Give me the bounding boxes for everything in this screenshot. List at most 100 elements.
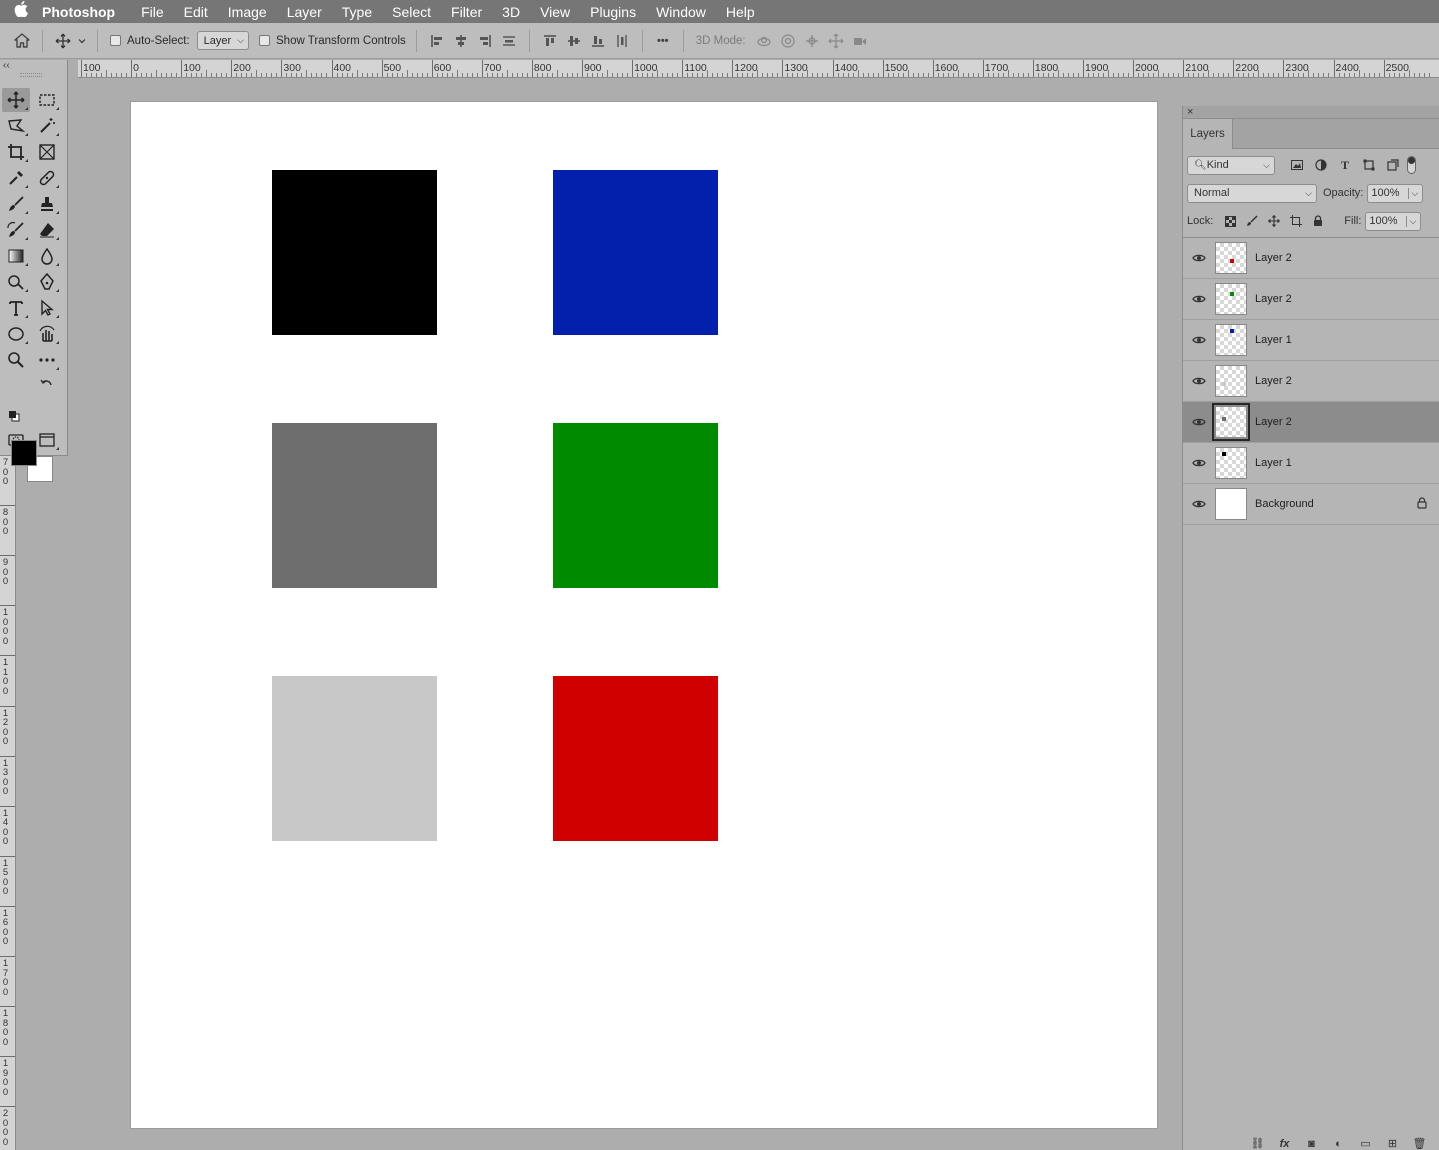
document-canvas[interactable] <box>131 102 1157 1128</box>
clone-stamp-tool[interactable] <box>33 192 61 216</box>
blur-tool[interactable] <box>33 244 61 268</box>
path-selection-tool[interactable] <box>33 296 61 320</box>
lock-image-pixels-icon[interactable] <box>1241 211 1263 231</box>
layer-thumbnail[interactable] <box>1215 365 1247 397</box>
collapse-panel-icon[interactable]: ‹‹ <box>3 60 10 71</box>
shape-layer-filter-icon[interactable] <box>1357 155 1381 175</box>
layer-row[interactable]: Layer 1 <box>1183 443 1439 484</box>
menu-image[interactable]: Image <box>220 4 279 20</box>
visibility-eye-icon[interactable] <box>1183 294 1215 304</box>
menu-file[interactable]: File <box>133 4 176 20</box>
visibility-eye-icon[interactable] <box>1183 417 1215 427</box>
opacity-field[interactable]: 100% ⌵ <box>1367 183 1424 203</box>
menu-3d[interactable]: 3D <box>494 4 532 20</box>
gradient-tool[interactable] <box>2 244 30 268</box>
home-icon[interactable] <box>10 30 34 52</box>
lock-artboard-icon[interactable] <box>1285 211 1307 231</box>
adjustment-layer-filter-icon[interactable] <box>1309 155 1333 175</box>
shape-tool[interactable] <box>2 322 30 346</box>
menu-plugins[interactable]: Plugins <box>582 4 648 20</box>
lasso-tool[interactable] <box>2 114 30 138</box>
magic-wand-tool[interactable] <box>33 114 61 138</box>
menu-window[interactable]: Window <box>648 4 718 20</box>
lock-position-icon[interactable] <box>1263 211 1285 231</box>
layer-row[interactable]: Background <box>1183 484 1439 525</box>
layer-thumbnail[interactable] <box>1215 324 1247 356</box>
visibility-eye-icon[interactable] <box>1183 458 1215 468</box>
auto-select-checkbox[interactable] <box>110 35 121 46</box>
blue-square[interactable] <box>553 170 718 335</box>
blend-mode-dropdown[interactable]: Normal ⌵ <box>1187 183 1317 203</box>
apple-logo-icon[interactable] <box>0 1 42 22</box>
move-tool-preset-icon[interactable] <box>51 30 75 52</box>
brush-tool[interactable] <box>2 192 30 216</box>
link-layers-icon[interactable]: ⛓ <box>1244 1138 1271 1150</box>
marquee-tool[interactable] <box>33 88 61 112</box>
show-transform-checkbox[interactable] <box>259 35 271 46</box>
vertical-ruler[interactable]: 700 800 900 1000 1100 1200 1300 1400 1500 1600 170… <box>0 455 16 1150</box>
horizontal-ruler[interactable]: 100 0 100 200 300 400 500 600 700 800 900 1000 1100 1… <box>78 60 1439 78</box>
pen-tool[interactable] <box>33 270 61 294</box>
gray-square[interactable] <box>272 423 437 588</box>
layer-style-fx-icon[interactable]: fx <box>1271 1138 1298 1150</box>
layer-thumbnail[interactable] <box>1212 403 1250 441</box>
filter-kind-dropdown[interactable]: 🔍︎Kind ⌵ <box>1187 155 1275 175</box>
move-tool[interactable] <box>2 88 30 112</box>
add-mask-icon[interactable]: ◙ <box>1298 1138 1325 1150</box>
layer-thumbnail[interactable] <box>1215 283 1247 315</box>
screen-mode-button[interactable] <box>33 428 61 452</box>
menu-help[interactable]: Help <box>718 4 767 20</box>
frame-tool[interactable] <box>33 140 61 164</box>
pixel-layer-filter-icon[interactable] <box>1285 155 1309 175</box>
layer-row[interactable]: Layer 2 <box>1183 279 1439 320</box>
new-layer-icon[interactable]: ⊞ <box>1379 1138 1406 1150</box>
auto-select-dropdown[interactable]: Layer ⌵ <box>196 31 250 50</box>
align-vertical-center-icon[interactable] <box>562 30 586 52</box>
swap-colors-button[interactable] <box>36 374 58 394</box>
eyedropper-tool[interactable] <box>2 166 30 190</box>
menu-filter[interactable]: Filter <box>443 4 494 20</box>
3d-roll-icon[interactable] <box>776 30 800 52</box>
distribute-vertical-icon[interactable] <box>497 30 521 52</box>
close-icon[interactable]: × <box>1187 106 1193 118</box>
layer-row[interactable]: Layer 2 <box>1183 361 1439 402</box>
visibility-eye-icon[interactable] <box>1183 335 1215 345</box>
more-options-icon[interactable]: ••• <box>651 30 675 52</box>
filter-toggle-switch[interactable] <box>1407 156 1416 174</box>
eraser-tool[interactable] <box>33 218 61 242</box>
menu-select[interactable]: Select <box>384 4 443 20</box>
visibility-eye-icon[interactable] <box>1183 376 1215 386</box>
tab-layers[interactable]: Layers <box>1183 119 1233 149</box>
smart-object-filter-icon[interactable] <box>1381 155 1405 175</box>
layer-lock-icon[interactable] <box>1417 497 1427 512</box>
align-bottom-icon[interactable] <box>586 30 610 52</box>
visibility-eye-icon[interactable] <box>1183 253 1215 263</box>
layer-thumbnail[interactable] <box>1215 447 1247 479</box>
new-group-folder-icon[interactable]: ▭ <box>1352 1138 1379 1150</box>
dodge-tool[interactable] <box>2 270 30 294</box>
crop-tool[interactable] <box>2 140 30 164</box>
panel-grip[interactable] <box>20 73 42 77</box>
type-layer-filter-icon[interactable]: T <box>1333 155 1357 175</box>
foreground-color-swatch[interactable] <box>11 440 37 466</box>
align-right-icon[interactable] <box>473 30 497 52</box>
menu-view[interactable]: View <box>532 4 582 20</box>
menu-edit[interactable]: Edit <box>176 4 220 20</box>
align-horizontal-center-icon[interactable] <box>449 30 473 52</box>
align-top-icon[interactable] <box>538 30 562 52</box>
layer-thumbnail[interactable] <box>1215 242 1247 274</box>
zoom-tool[interactable] <box>2 348 30 372</box>
delete-layer-trash-icon[interactable]: 🗑︎ <box>1406 1138 1433 1150</box>
layer-row[interactable]: Layer 2 <box>1183 238 1439 279</box>
3d-orbit-icon[interactable] <box>752 30 776 52</box>
edit-toolbar[interactable] <box>33 348 61 372</box>
preset-chevron-down-icon[interactable] <box>75 30 89 52</box>
3d-slide-icon[interactable] <box>824 30 848 52</box>
hand-tool[interactable] <box>33 322 61 346</box>
layer-thumbnail[interactable] <box>1215 488 1247 520</box>
menu-layer[interactable]: Layer <box>279 4 334 20</box>
visibility-eye-icon[interactable] <box>1183 499 1215 509</box>
distribute-horizontal-icon[interactable] <box>610 30 634 52</box>
red-square[interactable] <box>553 676 718 841</box>
layer-row[interactable]: Layer 1 <box>1183 320 1439 361</box>
